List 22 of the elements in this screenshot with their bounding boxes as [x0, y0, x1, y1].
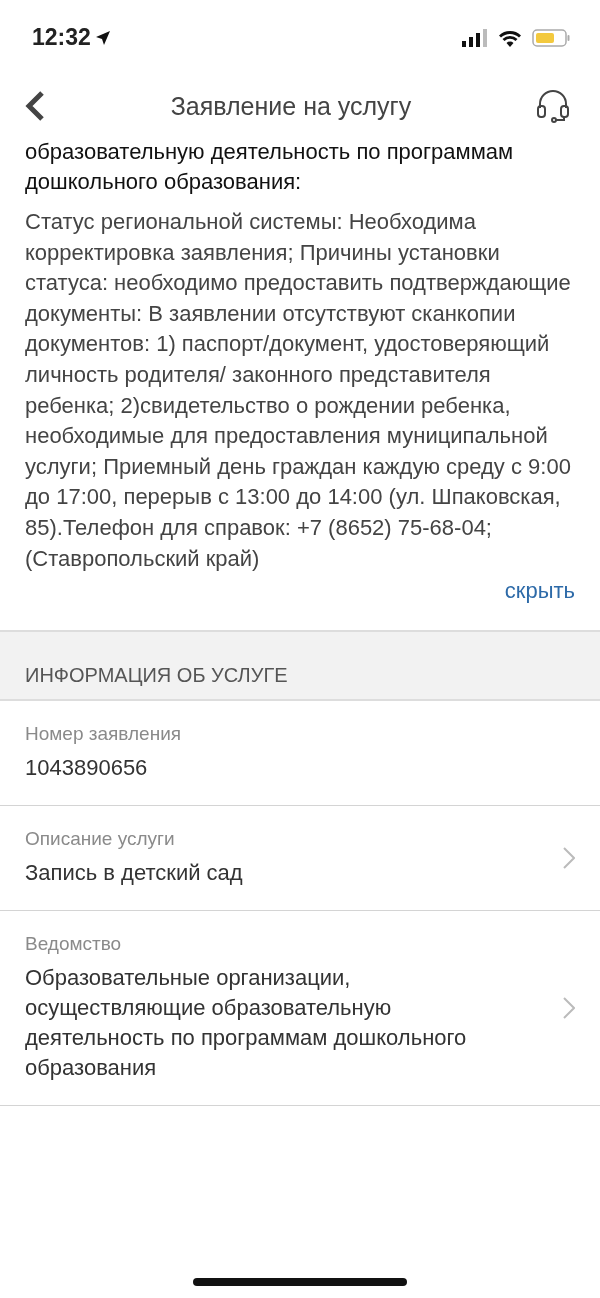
field-value: Образовательные организации, осуществляющие образовательную деятельность по программам дошкольного образования: [25, 964, 468, 1083]
screen-title: Заявление на услугу: [170, 91, 412, 121]
battery-icon: [532, 28, 570, 47]
info-row[interactable]: Описание услуги Запись в детский сад: [0, 806, 600, 912]
signal-icon: [462, 28, 488, 47]
headset-icon[interactable]: [536, 88, 570, 124]
info-row[interactable]: Ведомство Образовательные организации, осуществляющие образовательную деятельность по программам дошкольного образования: [0, 911, 600, 1107]
field-label: Описание услуги: [25, 828, 176, 851]
chevron-right-icon: [563, 847, 575, 870]
clock-time: 12:32: [32, 24, 91, 51]
section-title: ИНФОРМАЦИЯ ОБ УСЛУГЕ: [25, 664, 288, 688]
field-label: Номер заявления: [25, 723, 183, 746]
field-value: Запись в детский сад: [25, 859, 244, 888]
status-heading: образовательную деятельность по программам дошкольного образования:: [25, 138, 515, 196]
chevron-right-icon: [563, 997, 575, 1020]
status-description: Статус региональной системы: Необходима корректировка заявления; Причины установки статуса: необходимо предоставить подтверждающие документы: В заявлении отсутствуют сканкопии документов: 1) паспорт/документ, удостоверяющий личность родителя/ законного представителя ребенка; 2)свидетельство о рождении ребенка, необходимые для предоставления муниципальной услуги; Приемный день граждан каждую среду с 9:00 до 17:00, перерыв с 13:00 до 14:00 (ул. Шпаковская, 85).Телефон для справок: +7 (8652) 75-68-04; (Ставропольский край): [25, 208, 572, 573]
back-icon[interactable]: [24, 90, 46, 122]
location-arrow-icon: [94, 29, 111, 46]
hide-link[interactable]: скрыть: [504, 578, 575, 605]
field-value: 1043890656: [25, 754, 149, 783]
wifi-icon: [498, 28, 522, 47]
field-label: Ведомство: [25, 933, 123, 956]
